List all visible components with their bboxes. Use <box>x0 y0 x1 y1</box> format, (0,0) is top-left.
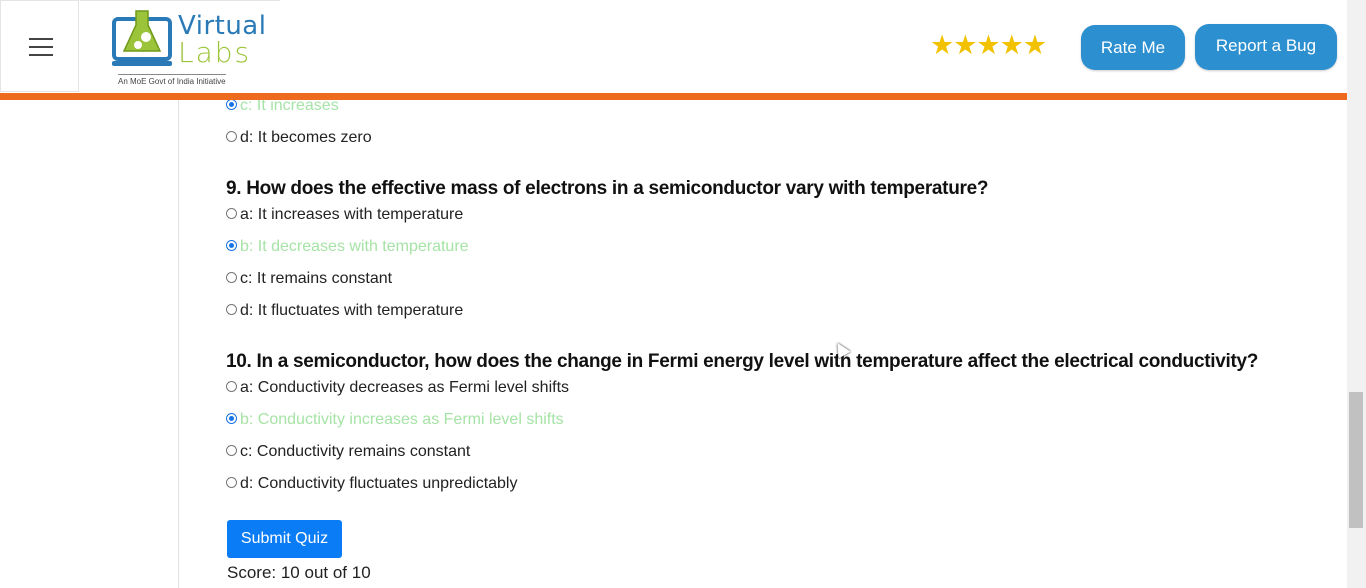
radio-button[interactable] <box>226 207 237 219</box>
menu-line-icon <box>29 46 53 48</box>
q10-option-c[interactable]: c: Conductivity remains constant <box>226 442 470 462</box>
q10-option-b[interactable]: b: Conductivity increases as Fermi level… <box>226 410 564 430</box>
radio-button[interactable] <box>226 303 237 315</box>
menu-line-icon <box>29 38 53 40</box>
scrollbar-thumb[interactable] <box>1349 392 1363 528</box>
q10-option-d[interactable]: d: Conductivity fluctuates unpredictably <box>226 474 517 494</box>
option-label: d: It fluctuates with temperature <box>240 302 464 319</box>
q9-option-c[interactable]: c: It remains constant <box>226 269 392 289</box>
logo-text-bottom: Labs <box>178 36 252 69</box>
virtual-labs-logo[interactable]: Virtual Labs An MoE Govt of India Initia… <box>80 0 280 92</box>
option-label: b: It decreases with temperature <box>240 238 469 255</box>
option-label: c: It remains constant <box>240 270 393 287</box>
q8-option-d[interactable]: d: It becomes zero <box>226 128 372 148</box>
rate-me-button[interactable]: Rate Me <box>1081 25 1185 70</box>
option-label: b: Conductivity increases as Fermi level… <box>240 411 564 428</box>
q10-option-a[interactable]: a: Conductivity decreases as Fermi level… <box>226 378 569 398</box>
radio-button[interactable] <box>226 98 237 110</box>
option-label: d: Conductivity fluctuates unpredictably <box>240 475 518 492</box>
radio-button[interactable] <box>226 130 237 142</box>
question-9-title: 9. How does the effective mass of electr… <box>226 178 989 199</box>
radio-button[interactable] <box>226 412 237 424</box>
radio-button[interactable] <box>226 239 237 251</box>
q9-option-a[interactable]: a: It increases with temperature <box>226 205 463 225</box>
option-label: d: It becomes zero <box>240 129 372 146</box>
option-label: a: Conductivity decreases as Fermi level… <box>240 379 570 396</box>
option-label: a: It increases with temperature <box>240 206 464 223</box>
question-10-title: 10. In a semiconductor, how does the cha… <box>226 351 1259 372</box>
radio-button[interactable] <box>226 476 237 488</box>
logo-tagline: An MoE Govt of India Initiative <box>118 74 226 86</box>
q9-option-d[interactable]: d: It fluctuates with temperature <box>226 301 463 321</box>
header-accent-bar <box>0 93 1347 100</box>
score-text: Score: 10 out of 10 <box>227 563 371 582</box>
top-header: Virtual Labs An MoE Govt of India Initia… <box>0 0 1347 93</box>
radio-button[interactable] <box>226 444 237 456</box>
radio-button[interactable] <box>226 380 237 392</box>
submit-quiz-button[interactable]: Submit Quiz <box>227 520 342 558</box>
q9-option-b[interactable]: b: It decreases with temperature <box>226 237 469 257</box>
sidebar-divider <box>178 100 179 588</box>
radio-button[interactable] <box>226 271 237 283</box>
rating-stars-icon[interactable]: ★★★★★ <box>930 30 1047 60</box>
menu-line-icon <box>29 54 53 56</box>
option-label: c: Conductivity remains constant <box>240 443 471 460</box>
hamburger-menu-button[interactable] <box>0 0 79 92</box>
flask-monitor-icon <box>112 10 172 66</box>
report-bug-button[interactable]: Report a Bug <box>1195 24 1337 70</box>
